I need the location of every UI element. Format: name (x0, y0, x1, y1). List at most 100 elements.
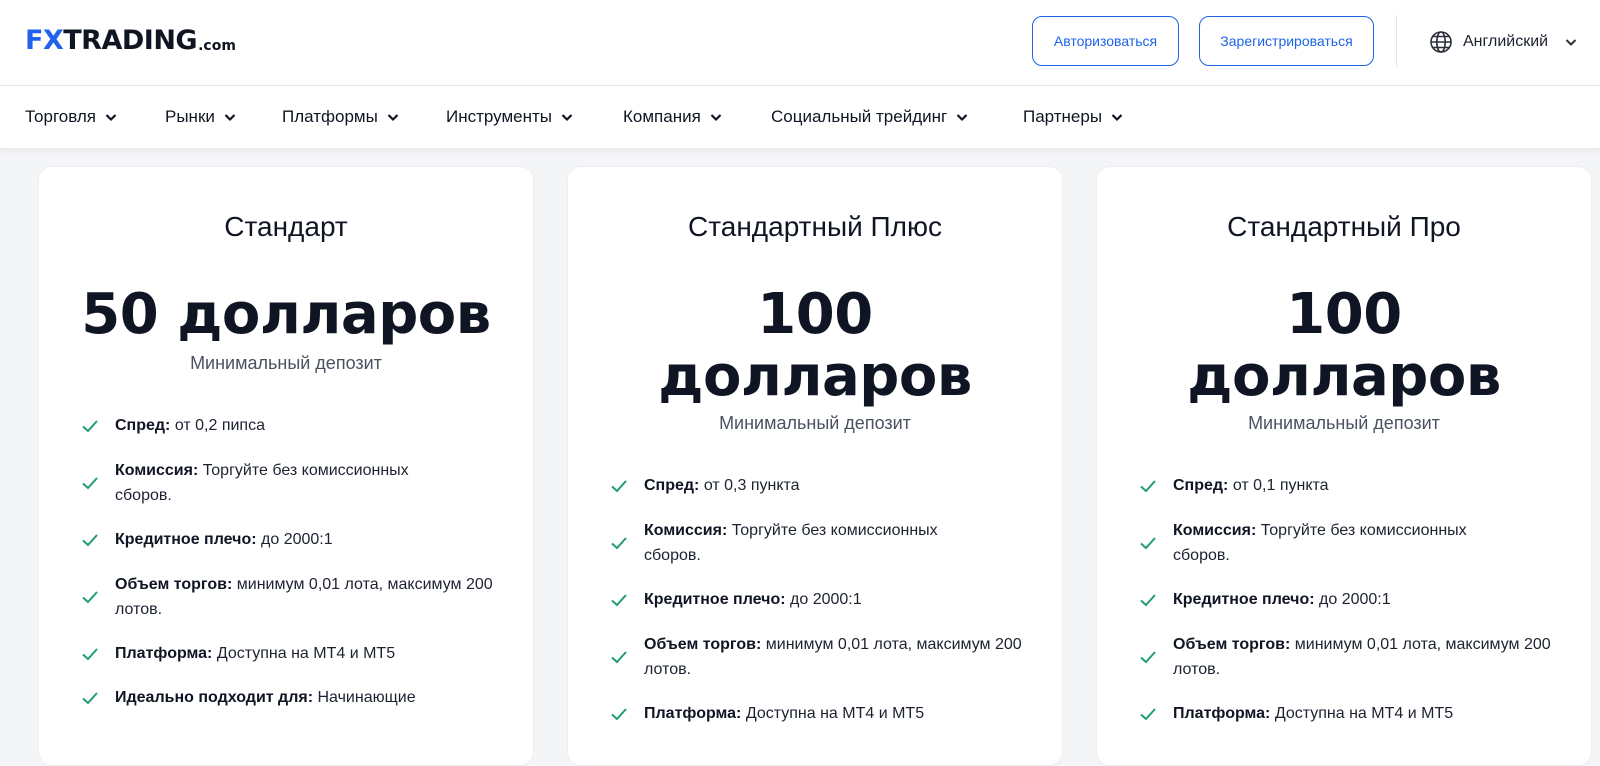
feature-value: от 0,3 пункта (699, 477, 800, 494)
top-header: FX TRADING .com Авторизоваться Зарегистр… (0, 0, 1600, 86)
chevron-down-icon (224, 114, 236, 122)
feature-item: Кредитное плечо: до 2000:1 (1139, 587, 1559, 612)
card-price-unit: долларов (1187, 344, 1501, 409)
feature-label: Кредитное плечо: (115, 531, 257, 548)
feature-item: Кредитное плечо: до 2000:1 (610, 587, 1030, 612)
feature-item: Кредитное плечо: до 2000:1 (81, 527, 501, 552)
feature-label: Комиссия: (115, 462, 199, 479)
feature-item: Спред: от 0,2 пипса (81, 413, 501, 438)
globe-icon (1430, 31, 1452, 53)
chevron-down-icon (105, 114, 117, 122)
check-icon (611, 651, 627, 664)
nav-item-social-trading[interactable]: Социальный трейдинг (771, 106, 969, 128)
feature-label: Спред: (644, 477, 700, 494)
feature-label: Комиссия: (1173, 522, 1257, 539)
feature-value: от 0,1 пункта (1228, 477, 1329, 494)
nav-item-platforms[interactable]: Платформы (282, 106, 400, 128)
nav-item-label: Платформы (282, 107, 378, 126)
feature-item: Платформа: Доступна на MT4 и MT5 (81, 641, 501, 666)
header-divider (1396, 15, 1397, 67)
logo-trading: TRADING (63, 25, 198, 56)
feature-label: Кредитное плечо: (644, 591, 786, 608)
feature-value: до 2000:1 (256, 531, 333, 548)
feature-label: Объем торгов: (644, 636, 762, 653)
card-price: 100 (1286, 282, 1402, 347)
check-icon (82, 533, 98, 546)
login-button[interactable]: Авторизоваться (1032, 16, 1179, 66)
feature-item: Платформа: Доступна на MT4 и MT5 (1139, 701, 1559, 726)
feature-label: Комиссия: (644, 522, 728, 539)
nav-item-trading[interactable]: Торговля (25, 106, 118, 128)
feature-item: Идеально подходит для: Начинающие (81, 685, 501, 710)
check-icon (82, 591, 98, 604)
feature-value: Начинающие (313, 689, 416, 706)
feature-label: Платформа: (1173, 705, 1271, 722)
card-caption: Минимальный депозит (719, 413, 911, 433)
feature-label: Спред: (115, 417, 171, 434)
check-icon (1140, 707, 1156, 720)
feature-label: Платформа: (644, 705, 742, 722)
feature-label: Объем торгов: (115, 576, 233, 593)
card-caption: Минимальный депозит (190, 353, 382, 373)
feature-item: Платформа: Доступна на MT4 и MT5 (610, 701, 1030, 726)
feature-value: от 0,2 пипса (170, 417, 265, 434)
check-icon (1140, 537, 1156, 550)
feature-item: Комиссия: Торгуйте без комиссионных сбор… (81, 458, 501, 508)
check-icon (82, 647, 98, 660)
card-title: Стандарт (224, 211, 348, 242)
chevron-down-icon (710, 114, 722, 122)
chevron-down-icon (1111, 114, 1123, 122)
card-title: Стандартный Про (1227, 211, 1461, 242)
main-nav: Торговля Рынки Платформы Инструменты Ком… (0, 86, 1600, 148)
check-icon (611, 707, 627, 720)
card-price: 50 долларов (81, 282, 491, 347)
card-caption: Минимальный депозит (1248, 413, 1440, 433)
check-icon (1140, 651, 1156, 664)
check-icon (82, 419, 98, 432)
card-price: 100 (757, 282, 873, 347)
feature-label: Идеально подходит для: (115, 689, 314, 706)
check-icon (611, 537, 627, 550)
feature-label: Объем торгов: (1173, 636, 1291, 653)
chevron-down-icon (1565, 39, 1577, 46)
nav-item-label: Компания (623, 107, 701, 126)
register-button[interactable]: Зарегистрироваться (1199, 16, 1374, 66)
feature-item: Объем торгов: минимум 0,01 лота, максиму… (81, 572, 501, 622)
logo-suffix: .com (198, 38, 236, 54)
check-icon (1140, 593, 1156, 606)
feature-item: Спред: от 0,1 пункта (1139, 473, 1559, 498)
feature-item: Комиссия: Торгуйте без комиссионных сбор… (1139, 518, 1559, 568)
card-price-unit: долларов (658, 344, 972, 409)
nav-item-label: Социальный трейдинг (771, 107, 948, 126)
nav-item-partners[interactable]: Партнеры (1023, 106, 1124, 128)
nav-item-label: Партнеры (1023, 107, 1103, 126)
feature-item: Объем торгов: минимум 0,01 лота, максиму… (1139, 632, 1559, 682)
feature-value: Доступна на MT4 и MT5 (1270, 705, 1454, 722)
account-card-standard: Стандарт 50 долларов Минимальный депозит… (38, 166, 534, 766)
check-icon (1140, 479, 1156, 492)
feature-value: до 2000:1 (1314, 591, 1391, 608)
feature-label: Платформа: (115, 645, 213, 662)
fxtrading-logo[interactable]: FX TRADING .com (25, 24, 236, 56)
nav-item-tools[interactable]: Инструменты (446, 106, 574, 128)
language-selector[interactable]: Английский (1429, 28, 1578, 56)
chevron-down-icon (956, 114, 968, 122)
account-card-standard-pro: Стандартный Про 100 долларов Минимальный… (1096, 166, 1592, 766)
nav-item-company[interactable]: Компания (623, 106, 723, 128)
feature-value: Доступна на MT4 и MT5 (741, 705, 925, 722)
card-title: Стандартный Плюс (688, 211, 942, 242)
nav-item-label: Торговля (25, 107, 97, 126)
feature-label: Кредитное плечо: (1173, 591, 1315, 608)
feature-label: Спред: (1173, 477, 1229, 494)
nav-item-label: Инструменты (446, 107, 553, 126)
check-icon (82, 691, 98, 704)
logo-fx: FX (25, 25, 64, 56)
check-icon (82, 477, 98, 490)
chevron-down-icon (561, 114, 573, 122)
feature-item: Объем торгов: минимум 0,01 лота, максиму… (610, 632, 1030, 682)
check-icon (611, 593, 627, 606)
language-label: Английский (1463, 33, 1549, 50)
feature-value: Доступна на MT4 и MT5 (212, 645, 396, 662)
nav-item-markets[interactable]: Рынки (165, 106, 237, 128)
account-card-standard-plus: Стандартный Плюс 100 долларов Минимальны… (567, 166, 1063, 766)
